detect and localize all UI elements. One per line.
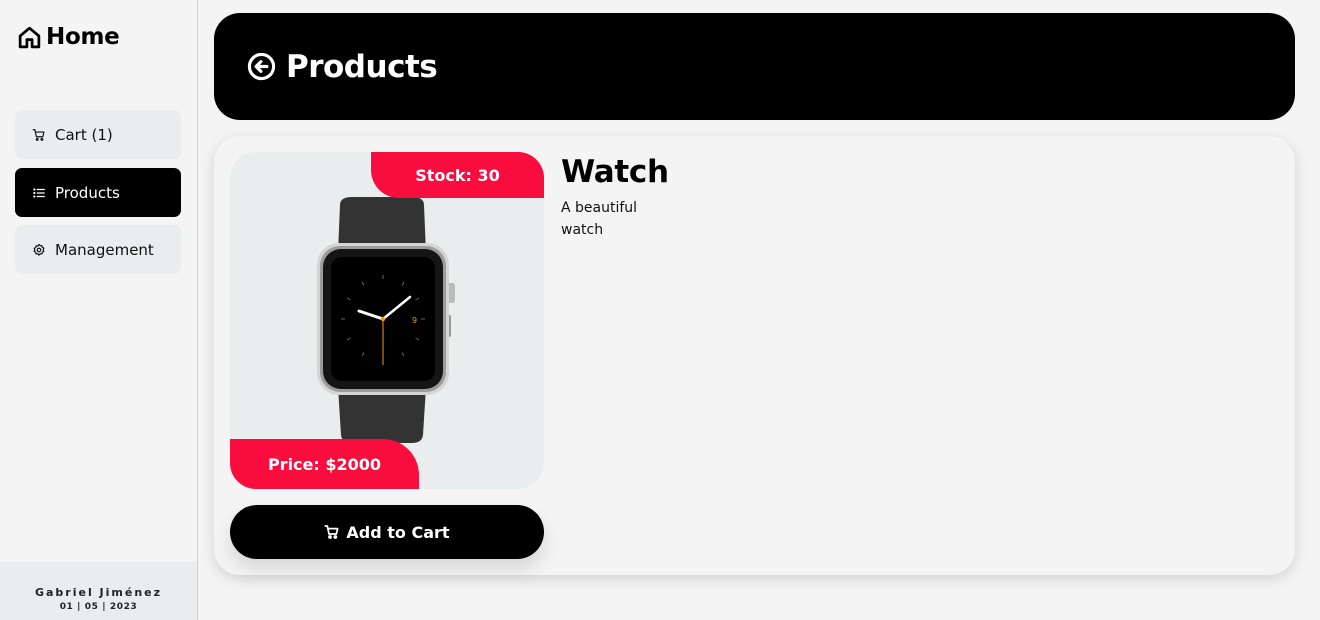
back-arrow-circle-icon[interactable] xyxy=(247,52,276,81)
page-title: Products xyxy=(286,48,438,85)
sidebar-item-label: Cart (1) xyxy=(55,125,113,144)
home-link[interactable]: Home xyxy=(17,24,120,50)
brand-label: Home xyxy=(46,24,120,50)
product-name: Watch xyxy=(561,154,669,190)
app: Home Cart (1) Products Management Gabrie… xyxy=(0,0,1320,620)
sidebar-item-label: Products xyxy=(55,183,120,202)
sidebar: Home Cart (1) Products Management Gabrie… xyxy=(0,0,198,620)
cart-icon xyxy=(32,128,45,141)
page-header: Products xyxy=(214,13,1295,120)
sidebar-item-management[interactable]: Management xyxy=(15,225,181,274)
sidebar-item-products[interactable]: Products xyxy=(15,168,181,217)
sidebar-item-cart[interactable]: Cart (1) xyxy=(15,110,181,159)
footer-date: 01 | 05 | 2023 xyxy=(59,602,138,612)
svg-text:9: 9 xyxy=(412,316,417,325)
add-to-cart-label: Add to Cart xyxy=(346,522,450,542)
sidebar-item-label: Management xyxy=(55,240,154,259)
product-description: A beautiful watch xyxy=(561,200,638,238)
smartwatch-image: 9 xyxy=(317,197,455,443)
author-name: Gabriel Jiménez xyxy=(34,586,163,599)
stock-badge: Stock: 30 xyxy=(371,152,544,198)
home-icon xyxy=(18,26,41,48)
product-card: 9 Stock: 30 Price: $2000 xyxy=(230,152,544,489)
add-to-cart-button[interactable]: Add to Cart xyxy=(230,505,544,559)
gear-icon xyxy=(33,243,45,256)
cart-icon xyxy=(324,525,339,539)
price-badge: Price: $2000 xyxy=(230,439,419,489)
sidebar-footer: Gabriel Jiménez 01 | 05 | 2023 xyxy=(0,562,197,620)
list-icon xyxy=(33,187,45,198)
product-panel: 9 Stock: 30 Price: $2000 Add to Cart Wat… xyxy=(214,136,1295,575)
